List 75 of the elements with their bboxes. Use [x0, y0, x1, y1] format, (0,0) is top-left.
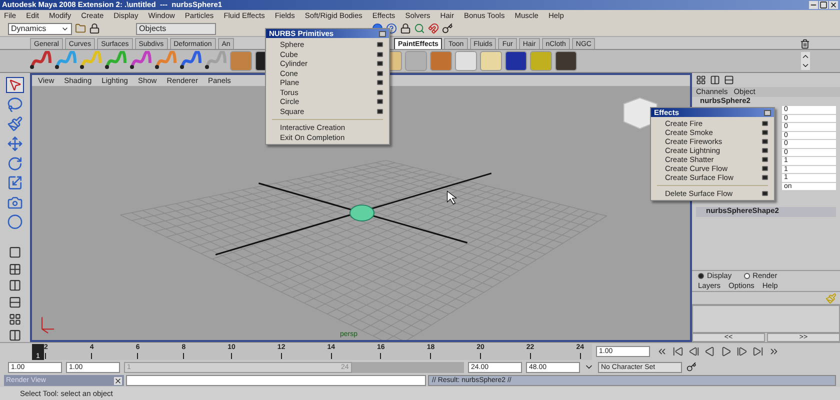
option-box-icon[interactable]	[377, 80, 383, 86]
layout-icon[interactable]	[710, 75, 720, 85]
brush-swatch-icon[interactable]	[480, 51, 502, 71]
brush-swatch-icon[interactable]	[555, 51, 577, 71]
curve-tool-icon[interactable]	[80, 51, 102, 71]
option-box-icon[interactable]	[377, 108, 383, 114]
option-box-icon[interactable]	[762, 148, 768, 153]
key-icon[interactable]	[442, 23, 453, 34]
circle-icon[interactable]	[6, 214, 24, 230]
playback-icon[interactable]	[720, 346, 732, 357]
arrow-cursor-icon[interactable]	[6, 77, 24, 93]
mouse-cursor-icon	[446, 190, 458, 204]
playback-icon[interactable]	[688, 346, 700, 357]
option-box-icon[interactable]	[377, 61, 383, 66]
option-box-icon[interactable]	[762, 157, 768, 162]
lock-icon[interactable]	[400, 23, 411, 34]
curve-tool-icon[interactable]	[30, 51, 52, 71]
folder-icon[interactable]	[75, 23, 86, 34]
minimize-icon[interactable]	[809, 1, 818, 9]
option-box-icon[interactable]	[377, 42, 383, 48]
maximize-icon[interactable]	[819, 1, 828, 9]
curve-tool-icon[interactable]	[105, 51, 127, 71]
axis-gizmo-icon	[42, 316, 55, 334]
curve-tool-icon[interactable]	[55, 51, 77, 71]
playback-icon[interactable]	[768, 346, 780, 357]
brush-swatch-icon[interactable]	[455, 51, 477, 71]
layout-icon[interactable]	[7, 262, 23, 276]
layout-icon[interactable]	[7, 279, 23, 292]
option-box-icon[interactable]	[762, 175, 768, 180]
option-box-icon[interactable]	[377, 90, 383, 95]
selection-mode-field[interactable]: Objects	[136, 22, 216, 34]
scroll-down-icon[interactable]	[801, 61, 810, 70]
curve-tool-icon[interactable]	[205, 51, 227, 71]
key-icon[interactable]	[686, 362, 697, 372]
rotate-icon[interactable]	[6, 156, 24, 172]
playback-icon[interactable]	[672, 346, 684, 357]
layout-icon[interactable]	[696, 75, 706, 85]
option-box-icon[interactable]	[762, 166, 768, 171]
curve-tool-icon[interactable]	[130, 51, 152, 71]
option-box-icon[interactable]	[762, 139, 768, 144]
playback-icon[interactable]	[656, 346, 668, 357]
playback-icon[interactable]	[752, 346, 764, 357]
curve-tool-icon[interactable]	[155, 51, 177, 71]
help-icon[interactable]	[386, 23, 397, 34]
layout-icon[interactable]	[7, 312, 23, 326]
command-input-field[interactable]	[126, 375, 426, 386]
paintbrush-icon[interactable]	[6, 116, 24, 132]
layout-icon[interactable]	[7, 329, 23, 342]
option-box-icon[interactable]	[762, 121, 768, 126]
brush-swatch-icon[interactable]	[505, 51, 527, 71]
brush-swatch-icon[interactable]	[530, 51, 552, 71]
sphere-drawing[interactable]	[349, 204, 375, 222]
option-box-icon[interactable]	[377, 52, 383, 57]
playback-icon[interactable]	[704, 346, 716, 357]
brush-swatch-icon[interactable]	[405, 51, 427, 71]
lasso-icon[interactable]	[6, 96, 24, 112]
move-icon[interactable]	[6, 136, 24, 152]
option-box-icon[interactable]	[377, 70, 383, 76]
option-box-icon[interactable]	[762, 130, 768, 135]
menu-set-dropdown[interactable]: Dynamics	[8, 22, 72, 34]
layout-icon[interactable]	[724, 75, 734, 85]
brush-swatch-icon[interactable]	[230, 51, 252, 71]
curve-tool-icon[interactable]	[180, 51, 202, 71]
option-box-icon[interactable]	[377, 99, 383, 104]
brush-swatch-icon[interactable]	[430, 51, 452, 71]
scale-icon[interactable]	[6, 175, 24, 191]
magnet-icon[interactable]	[428, 23, 439, 34]
playback-icon[interactable]	[736, 346, 748, 357]
scroll-up-icon[interactable]	[801, 52, 810, 61]
lock-icon[interactable]	[89, 23, 100, 34]
layout-icon[interactable]	[7, 246, 23, 259]
option-box-icon[interactable]	[762, 191, 768, 196]
layout-icon[interactable]	[7, 296, 23, 309]
camera-icon[interactable]	[6, 194, 24, 210]
trash-icon[interactable]	[800, 39, 810, 49]
